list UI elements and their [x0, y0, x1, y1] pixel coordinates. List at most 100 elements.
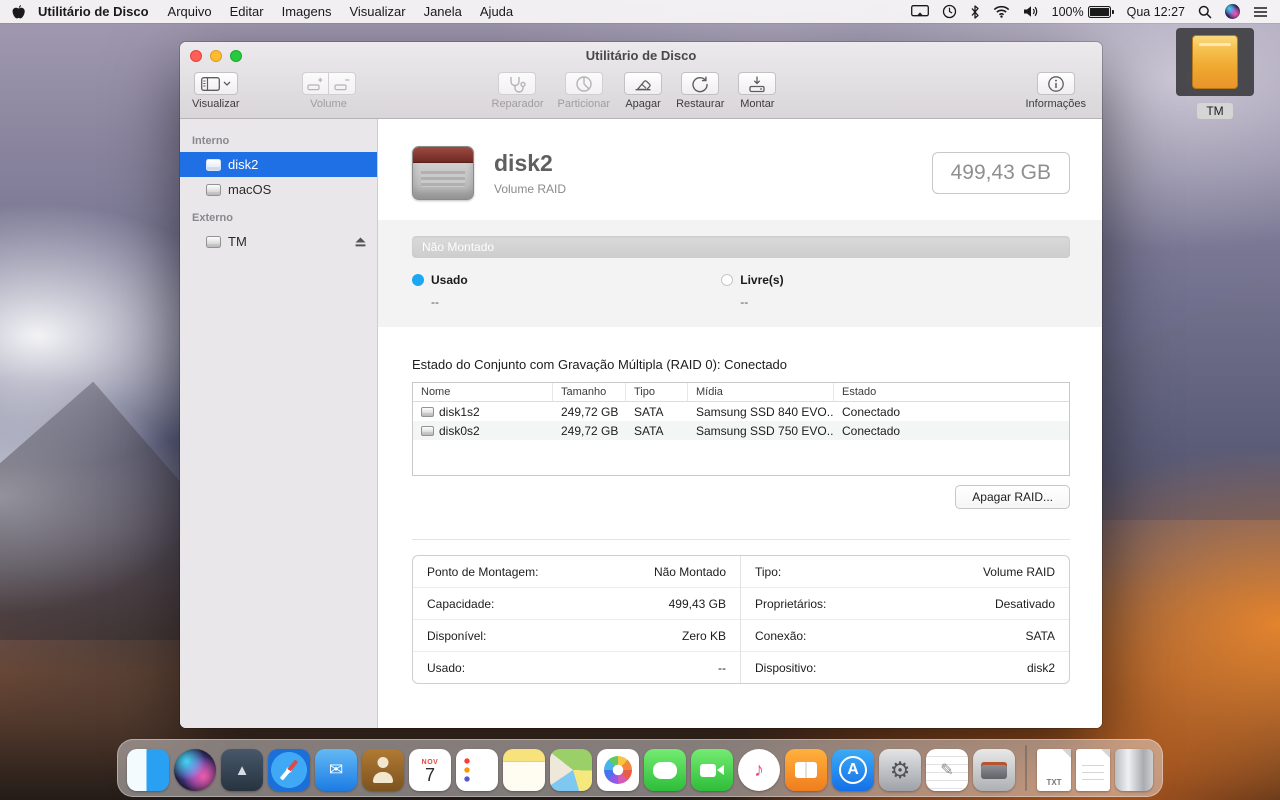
column-header-estado[interactable]: Estado — [834, 383, 1069, 401]
info-row: Usado: -- — [413, 652, 740, 683]
info-label: Dispositivo: — [755, 660, 817, 675]
apple-menu-icon[interactable] — [12, 4, 26, 20]
time-machine-icon[interactable] — [942, 4, 957, 19]
info-value: -- — [718, 660, 726, 675]
dock-disk-utility-icon[interactable] — [973, 749, 1015, 791]
partition-label: Particionar — [557, 98, 611, 110]
volume-icon[interactable] — [1023, 5, 1039, 18]
notification-center-icon[interactable] — [1253, 6, 1268, 18]
battery-indicator[interactable]: 100% — [1052, 5, 1114, 19]
calendar-day: 7 — [424, 764, 435, 785]
first-aid-button[interactable] — [498, 72, 537, 95]
table-row[interactable]: disk1s2 249,72 GB SATA Samsung SSD 840 EVO.… — [413, 402, 1069, 421]
sidebar-item-label: TM — [228, 234, 247, 249]
table-cell: SATA — [634, 404, 664, 419]
info-col-right: Tipo: Volume RAID Proprietários: Desativado… — [741, 556, 1069, 683]
info-row: Conexão: SATA — [741, 620, 1069, 652]
title-bar[interactable]: Utilitário de Disco — [180, 42, 1102, 69]
dock-siri-icon[interactable] — [174, 749, 216, 791]
partition-button[interactable] — [564, 72, 603, 95]
desktop-icon-tm[interactable]: TM — [1176, 28, 1254, 119]
dock-notes-icon[interactable] — [503, 749, 545, 791]
raid-section: Estado do Conjunto com Gravação Múltipla… — [378, 357, 1102, 476]
dock-mail-icon[interactable]: ✉ — [315, 749, 357, 791]
delete-raid-button[interactable]: Apagar RAID... — [955, 485, 1070, 509]
column-header-mídia[interactable]: Mídia — [688, 383, 834, 401]
launchpad-glyph: ▲ — [234, 761, 250, 779]
sidebar-layout-icon — [200, 76, 220, 91]
menu-visualizar[interactable]: Visualizar — [340, 4, 414, 19]
dock-contacts-icon[interactable] — [362, 749, 404, 791]
screen-mirroring-icon[interactable] — [910, 5, 929, 18]
spotlight-icon[interactable] — [1198, 5, 1212, 19]
sidebar-item-tm[interactable]: TM — [180, 229, 377, 254]
sidebar-section-title: Interno — [192, 135, 230, 147]
dock-messages-icon[interactable] — [644, 749, 686, 791]
info-label: Disponível: — [427, 628, 487, 643]
column-header-tipo[interactable]: Tipo — [626, 383, 688, 401]
dock-app-store-icon[interactable]: A — [832, 749, 874, 791]
bluetooth-icon[interactable] — [970, 4, 980, 19]
dock-system-preferences-icon[interactable]: ⚙ — [879, 749, 921, 791]
table-cell: disk1s2 — [413, 405, 553, 419]
menu-janela[interactable]: Janela — [415, 4, 471, 19]
legend-used: Usado -- — [412, 273, 721, 309]
remove-volume-button[interactable] — [328, 72, 356, 95]
dock-reminders-icon[interactable] — [456, 749, 498, 791]
battery-cap — [1111, 9, 1114, 14]
messages-glyph — [653, 761, 677, 779]
dock-photos-icon[interactable] — [597, 749, 639, 791]
dock-finder-icon[interactable] — [127, 749, 169, 791]
dock-txt-file-icon[interactable]: TXT — [1037, 749, 1071, 791]
menu-ajuda[interactable]: Ajuda — [471, 4, 522, 19]
dock-maps-icon[interactable] — [550, 749, 592, 791]
add-volume-button[interactable] — [301, 72, 329, 95]
erase-button[interactable] — [624, 72, 663, 95]
column-header-tamanho[interactable]: Tamanho — [553, 383, 626, 401]
siri-menu-icon[interactable] — [1225, 4, 1240, 19]
info-label: Ponto de Montagem: — [427, 564, 539, 579]
menu-arquivo[interactable]: Arquivo — [159, 4, 221, 19]
dock-textedit-icon[interactable]: ✎ — [926, 749, 968, 791]
dock-itunes-icon[interactable]: ♪ — [738, 749, 780, 791]
sidebar-item-disk2[interactable]: disk2 — [180, 152, 377, 177]
info-value: disk2 — [1026, 660, 1055, 675]
mount-icon — [749, 76, 766, 92]
dock-safari-icon[interactable] — [268, 749, 310, 791]
disk-icon — [421, 425, 434, 436]
menubar-clock[interactable]: Qua 12:27 — [1127, 5, 1185, 19]
dock-launchpad-icon[interactable]: ▲ — [221, 749, 263, 791]
disk-utility-window: Utilitário de Disco Visualizar Volume Re… — [180, 42, 1102, 728]
table-cell: SATA — [634, 423, 664, 438]
system-preferences-glyph: ⚙ — [889, 756, 911, 783]
textedit-glyph: ✎ — [940, 762, 954, 779]
menubar-app-name[interactable]: Utilitário de Disco — [38, 4, 149, 19]
info-button[interactable] — [1036, 72, 1075, 95]
dock-calendar-icon[interactable]: NOV 7 — [409, 749, 451, 791]
menu-editar[interactable]: Editar — [221, 4, 273, 19]
section-divider — [412, 539, 1070, 540]
restore-button[interactable] — [681, 72, 720, 95]
table-row[interactable]: disk0s2 249,72 GB SATA Samsung SSD 750 EVO.… — [413, 421, 1069, 440]
legend-free-label: Livre(s) — [740, 273, 784, 287]
dock-ibooks-icon[interactable] — [785, 749, 827, 791]
eject-button[interactable] — [354, 236, 367, 248]
view-label: Visualizar — [192, 98, 240, 110]
menu-bar: Utilitário de Disco Arquivo Editar Imagens… — [0, 0, 1280, 23]
external-drive-icon — [1192, 35, 1238, 89]
sidebar-item-macos[interactable]: macOS — [180, 177, 377, 202]
wifi-icon[interactable] — [993, 5, 1010, 18]
legend-used-dot — [412, 274, 424, 286]
mount-button[interactable] — [738, 72, 777, 95]
toolbar-actions: Reparador Particionar Apagar Restaurar M… — [492, 72, 777, 110]
dock-trash-icon[interactable] — [1115, 749, 1153, 791]
table-cell: Conectado — [842, 404, 901, 419]
table-cell: disk0s2 — [413, 424, 553, 438]
first-aid-group: Reparador — [492, 72, 543, 110]
dock-facetime-icon[interactable] — [691, 749, 733, 791]
menu-imagens[interactable]: Imagens — [273, 4, 341, 19]
battery-percent: 100% — [1051, 4, 1084, 19]
view-button[interactable] — [193, 72, 238, 95]
column-header-nome[interactable]: Nome — [413, 383, 553, 401]
dock-doc-file-icon[interactable] — [1076, 749, 1110, 791]
